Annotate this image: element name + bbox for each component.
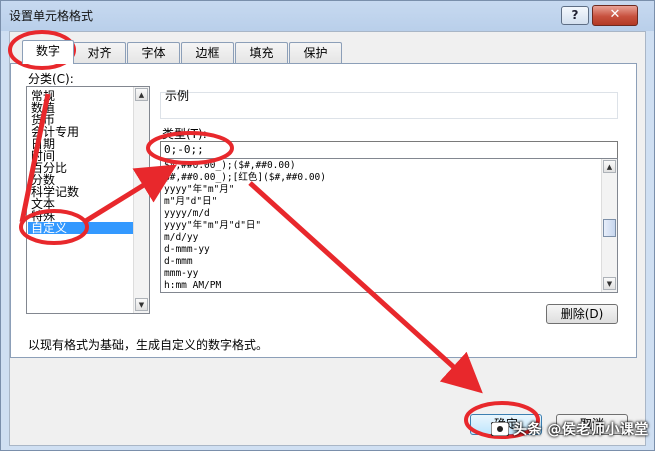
annotation-arrow-to-ok bbox=[248, 181, 483, 394]
annotation-circle-type-input bbox=[146, 131, 234, 165]
watermark-text: 头条 @侯老师小课堂 bbox=[513, 422, 649, 438]
annotation-overlay bbox=[8, 30, 540, 439]
tab-number[interactable]: 数字 bbox=[22, 40, 74, 64]
annotation-line-category bbox=[19, 93, 51, 223]
annotation-circle-custom bbox=[19, 209, 89, 245]
annotation-arrow-to-list bbox=[82, 164, 178, 225]
watermark: 头条 @侯老师小课堂 bbox=[491, 419, 649, 439]
watermark-logo-icon bbox=[491, 422, 509, 436]
